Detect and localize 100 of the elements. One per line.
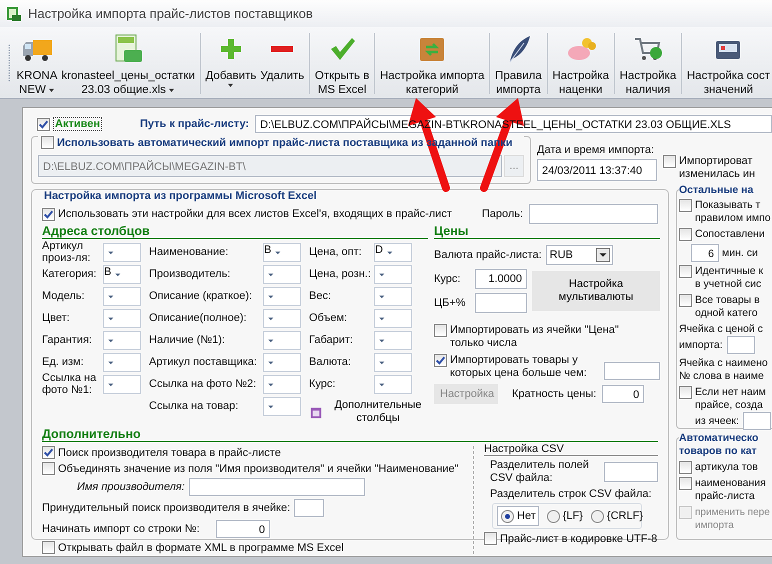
radio-label: {LF} (562, 510, 583, 522)
field-label: Артикул поставщика: (149, 356, 258, 368)
field-label: Цена, опт: (309, 246, 363, 258)
toolbar-button[interactable]: Открыть в MS Excel (312, 27, 372, 98)
cell-field[interactable] (742, 412, 771, 430)
field-label: Производитель: (149, 268, 232, 280)
window-title: Настройка импорта прайс-листов поставщиков (28, 6, 313, 21)
checkbox[interactable] (679, 265, 692, 278)
toolbar-button[interactable]: Добавить (204, 27, 258, 98)
checkbox[interactable] (484, 532, 497, 545)
checkbox[interactable] (679, 199, 692, 212)
checkbox-label: Идентичные к в учетной сис (695, 265, 764, 291)
checkbox-label: наименования прайс-листа (695, 477, 766, 503)
field-label: Категория: (42, 268, 98, 280)
separator-field[interactable] (604, 462, 658, 482)
checkbox-label: Открывать файл в формате XML в программе MS Excel (58, 542, 344, 554)
field-label: Цвет: (42, 312, 71, 324)
checkbox[interactable] (679, 461, 692, 474)
field-label: Ячейка с наимено № слова в наиме (679, 357, 769, 383)
checkbox[interactable] (37, 118, 50, 130)
field-label: Наименование: (149, 246, 230, 258)
checkbox-label: Использовать эти настройки для всех листов Excel'я, входящих в прайс-лист (58, 208, 452, 220)
field-label: Курс: (434, 273, 462, 285)
password-field[interactable] (529, 204, 658, 224)
checkbox-label: Прайс-лист в кодировке UTF-8 (500, 532, 658, 544)
section-title: Настройка импорта из программы Microsoft Excel (42, 190, 319, 202)
field-label: Вес: (309, 290, 332, 302)
field-label: Дата и время импорта: (537, 144, 656, 156)
start-row-field[interactable]: 0 (216, 520, 270, 538)
field-label: Курс: (309, 378, 336, 390)
radio-label: Нет (517, 510, 536, 522)
checkbox[interactable] (41, 136, 54, 149)
column-combo[interactable]: B (263, 242, 301, 262)
radio-button[interactable] (546, 510, 560, 522)
rate-field[interactable]: 1.0000 (475, 269, 527, 289)
section-title: Цены (434, 224, 660, 239)
section-title: Адреса столбцов (42, 224, 428, 239)
toolbar-button[interactable]: Настройка наличия (618, 27, 678, 98)
toolbar-button[interactable]: Правила импорта (493, 27, 544, 98)
checkbox[interactable] (42, 541, 55, 554)
checkbox[interactable] (42, 446, 55, 459)
number-field[interactable]: 6 (691, 244, 719, 262)
checkbox-label: Импортировать из ячейки "Цена" только числа (450, 324, 620, 350)
field-label: Ссылка на товар: (149, 400, 240, 412)
field-label: Габарит: (309, 334, 354, 346)
minus-icon (271, 46, 294, 52)
checkbox-label: Показывать т правилом импо (695, 199, 771, 225)
field-label: Принудительный поиск производителя в ячейке: (42, 502, 290, 514)
toolbar-button[interactable]: KRONA NEW (14, 27, 60, 98)
section-title: Остальные на (679, 184, 772, 196)
checkbox[interactable] (679, 477, 692, 490)
field-label: Ячейка с ценой с импорта: (679, 323, 772, 354)
field-label: Модель: (42, 290, 86, 302)
toolbar-button[interactable]: Удалить (258, 27, 306, 98)
checkbox[interactable] (42, 208, 55, 220)
cell-field[interactable] (294, 499, 324, 517)
currency-dropdown[interactable]: RUB (546, 245, 613, 265)
radio-button[interactable] (590, 510, 604, 522)
field-label: Описание (краткое): (149, 290, 254, 302)
section-title: Дополнительно (42, 427, 658, 442)
field-label: Валюта прайс-листа: (434, 249, 542, 261)
field-label: Описание(полное): (149, 312, 248, 324)
section-title: Настройка CSV (484, 443, 658, 456)
column-combo[interactable]: B (103, 264, 141, 284)
radio-button[interactable] (501, 510, 514, 522)
checkbox-label: Поиск производителя товара в прайс-листе (58, 446, 281, 458)
maker-name-field[interactable] (188, 478, 365, 496)
checkbox-label: Импортироват изменилась ин (679, 155, 756, 181)
percent-field[interactable] (475, 293, 527, 313)
checkbox-label: применить пере импорта (695, 506, 770, 532)
multicurrency-button[interactable]: Настройка мультивалюты (532, 271, 660, 311)
extra-columns-button[interactable]: Дополнительные столбцы (309, 399, 428, 425)
multiple-field[interactable]: 0 (602, 385, 644, 403)
checkbox[interactable] (663, 155, 676, 168)
toolbar-button[interactable]: Настройка сост значений (684, 27, 772, 98)
date-field[interactable]: 24/03/2011 13:37:40 (537, 159, 657, 181)
checkbox[interactable] (679, 386, 692, 399)
field-label: Имя производителя: (77, 481, 185, 493)
toolbar-button[interactable]: kronasteel_цены_остатки 23.03 общие.xls (59, 27, 197, 98)
column-combo[interactable]: D (374, 242, 412, 262)
caret-icon (48, 88, 55, 92)
field-label: ЦБ+% (434, 297, 467, 309)
checkbox-label: артикула тов (695, 461, 758, 474)
min-price-field[interactable] (604, 362, 660, 380)
field-label: Ед. изм: (42, 356, 85, 368)
toolbar-button[interactable]: Настройка наценки (550, 27, 611, 98)
toolbar-button[interactable]: Настройка импорта категорий (378, 27, 486, 98)
checkbox[interactable] (434, 324, 447, 337)
checkbox[interactable] (434, 354, 447, 367)
checkbox-label: Активен (53, 117, 102, 131)
checkbox-label: Сопоставлени (695, 228, 765, 241)
caret-icon (168, 88, 175, 92)
field-label: мин. си (722, 247, 758, 259)
checkbox[interactable] (42, 462, 55, 475)
checkbox[interactable] (679, 294, 692, 307)
field-label: Ссылка на фото №1: (42, 372, 98, 396)
field-label: Кратность цены: (512, 388, 596, 400)
cell-field[interactable] (726, 336, 755, 354)
checkbox[interactable] (679, 228, 692, 241)
folder-field[interactable]: D:\ELBUZ.COM\ПРАЙСЫ\MEGAZIN-BT\ (38, 155, 502, 177)
